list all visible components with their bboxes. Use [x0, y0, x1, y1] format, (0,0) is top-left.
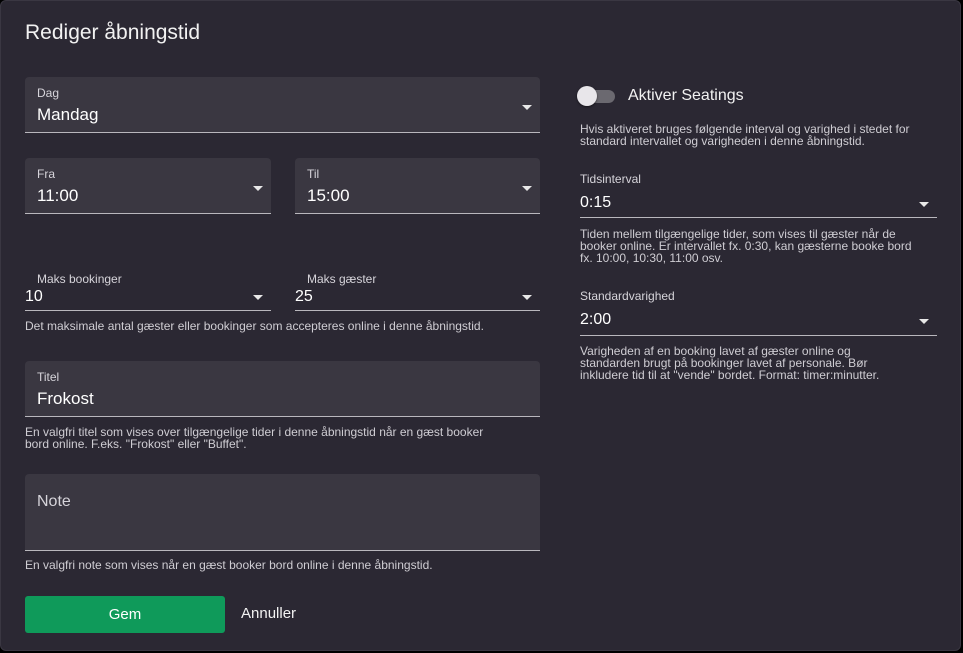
chevron-down-icon	[253, 186, 263, 191]
chevron-down-icon	[919, 319, 929, 324]
max-guests-value: 25	[295, 288, 313, 305]
time-interval-hint-line3: fx. 10:00, 10:30, 11:00 osv.	[580, 251, 723, 265]
title-label: Titel	[37, 370, 60, 384]
standard-duration-hint-line3: inkludere tid til at "vende" bordet. For…	[580, 368, 880, 382]
to-select[interactable]: Til 15:00	[295, 158, 540, 214]
note-textarea[interactable]: Note	[25, 474, 540, 551]
from-select[interactable]: Fra 11:00	[25, 158, 271, 214]
title-input[interactable]: Titel Frokost	[25, 361, 540, 417]
max-bookings-value: 10	[25, 288, 43, 305]
time-interval-label: Tidsinterval	[580, 172, 641, 186]
standard-duration-select[interactable]: Standardvarighed 2:00	[580, 289, 937, 336]
to-label: Til	[307, 167, 320, 181]
max-bookings-label: Maks bookinger	[37, 272, 122, 286]
time-interval-select[interactable]: Tidsinterval 0:15	[580, 172, 937, 218]
chevron-down-icon	[522, 295, 532, 300]
day-select[interactable]: Dag Mandag	[25, 77, 540, 133]
max-guests-label: Maks gæster	[307, 272, 377, 286]
max-hint: Det maksimale antal gæster eller booking…	[25, 319, 484, 333]
seatings-toggle-label: Aktiver Seatings	[628, 87, 744, 104]
standard-duration-value: 2:00	[580, 311, 612, 328]
dialog-title: Rediger åbningstid	[25, 21, 201, 44]
day-label: Dag	[37, 86, 60, 100]
from-label: Fra	[37, 167, 55, 181]
chevron-down-icon	[919, 202, 929, 207]
to-value: 15:00	[307, 186, 350, 205]
cancel-button[interactable]: Annuller	[241, 605, 296, 622]
chevron-down-icon	[522, 186, 532, 191]
day-value: Mandag	[37, 105, 99, 124]
title-value: Frokost	[37, 389, 94, 408]
max-bookings-select[interactable]: Maks bookinger 10	[25, 272, 271, 311]
seatings-toggle-thumb[interactable]	[577, 86, 597, 106]
seatings-hint-line2: standard intervallet og varigheden i den…	[580, 134, 865, 148]
time-interval-value: 0:15	[580, 194, 612, 211]
standard-duration-label: Standardvarighed	[580, 289, 675, 303]
save-button[interactable]: Gem	[25, 596, 225, 633]
note-placeholder: Note	[37, 493, 71, 510]
from-value: 11:00	[37, 186, 79, 205]
chevron-down-icon	[253, 295, 263, 300]
note-hint: En valgfri note som vises når en gæst bo…	[25, 558, 433, 572]
max-guests-select[interactable]: Maks gæster 25	[295, 272, 540, 311]
chevron-down-icon	[522, 105, 532, 110]
title-hint-line2: bord online. F.eks. "Frokost" eller "Buf…	[25, 437, 247, 451]
edit-opening-hours-dialog: Rediger åbningstid Dag Mandag Fra 11:00 …	[0, 0, 961, 651]
